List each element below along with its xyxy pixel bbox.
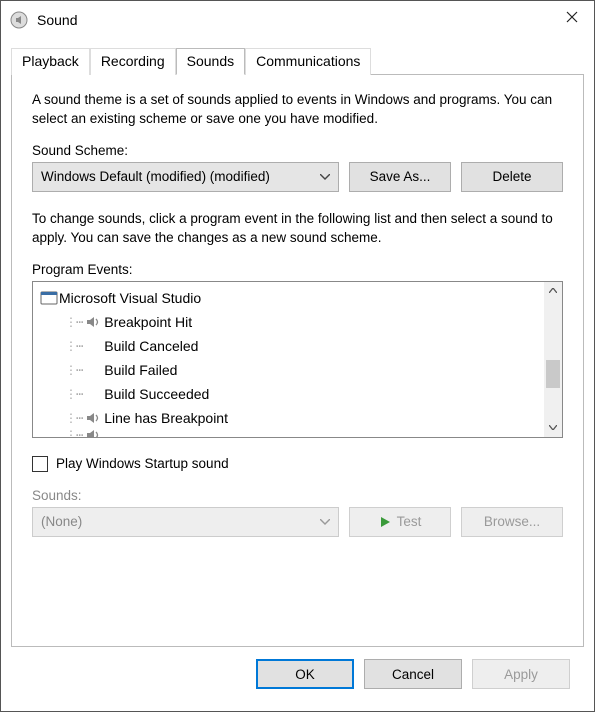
tree-app-node[interactable]: Microsoft Visual Studio [33, 286, 544, 310]
tree-event-node[interactable]: ⋮⋯Build Succeeded [33, 382, 544, 406]
sounds-panel: A sound theme is a set of sounds applied… [11, 74, 584, 647]
blank-icon [84, 339, 104, 353]
blank-icon [84, 387, 104, 401]
tree-event-node[interactable]: ⋮⋯Build Failed [33, 358, 544, 382]
tabstrip: Playback Recording Sounds Communications [11, 48, 584, 75]
scheme-dropdown[interactable]: Windows Default (modified) (modified) [32, 162, 339, 192]
event-label: Build Failed [104, 362, 177, 378]
app-icon [39, 291, 59, 305]
browse-button: Browse... [461, 507, 563, 537]
event-label: Microsoft Visual Studio [59, 290, 201, 306]
sound-app-icon [9, 10, 29, 30]
sound-dialog: Sound Playback Recording Sounds Communic… [0, 0, 595, 712]
titlebar: Sound [1, 1, 594, 39]
speaker-icon [84, 315, 104, 329]
event-label: Build Succeeded [104, 386, 209, 402]
cancel-button[interactable]: Cancel [364, 659, 462, 689]
tree-event-node[interactable]: ⋮⋯Line has Breakpoint [33, 406, 544, 430]
apply-button: Apply [472, 659, 570, 689]
window-title: Sound [37, 12, 77, 28]
ok-button[interactable]: OK [256, 659, 354, 689]
tab-sounds[interactable]: Sounds [176, 48, 245, 75]
program-events-list[interactable]: Microsoft Visual Studio⋮⋯Breakpoint Hit⋮… [32, 281, 563, 438]
test-button: Test [349, 507, 451, 537]
dialog-footer: OK Cancel Apply [11, 647, 584, 701]
scheme-value: Windows Default (modified) (modified) [41, 169, 320, 184]
blank-icon [84, 363, 104, 377]
scroll-down-icon[interactable] [544, 419, 562, 437]
play-icon [379, 516, 391, 528]
chevron-down-icon [320, 174, 330, 180]
scheme-label: Sound Scheme: [32, 143, 563, 158]
tree-event-node[interactable]: ⋮⋯ [33, 430, 544, 437]
save-as-button[interactable]: Save As... [349, 162, 451, 192]
theme-description: A sound theme is a set of sounds applied… [32, 91, 563, 129]
events-label: Program Events: [32, 262, 563, 277]
scroll-thumb[interactable] [546, 360, 560, 388]
event-label: Breakpoint Hit [104, 314, 192, 330]
event-label: Line has Breakpoint [104, 410, 228, 426]
sounds-value: (None) [41, 514, 320, 529]
events-scrollbar[interactable] [544, 282, 562, 437]
sounds-dropdown: (None) [32, 507, 339, 537]
speaker-icon [84, 430, 104, 437]
startup-sound-checkbox[interactable] [32, 456, 48, 472]
tree-event-node[interactable]: ⋮⋯Breakpoint Hit [33, 310, 544, 334]
delete-button[interactable]: Delete [461, 162, 563, 192]
close-button[interactable] [549, 1, 594, 33]
scroll-up-icon[interactable] [544, 282, 562, 300]
change-sounds-description: To change sounds, click a program event … [32, 210, 563, 248]
tab-communications[interactable]: Communications [245, 48, 371, 75]
tree-event-node[interactable]: ⋮⋯Build Canceled [33, 334, 544, 358]
chevron-down-icon [320, 519, 330, 525]
startup-sound-label: Play Windows Startup sound [56, 456, 229, 471]
event-label: Build Canceled [104, 338, 198, 354]
startup-sound-row: Play Windows Startup sound [32, 456, 563, 472]
sounds-label: Sounds: [32, 488, 563, 503]
tab-playback[interactable]: Playback [11, 48, 90, 75]
client-area: Playback Recording Sounds Communications… [1, 39, 594, 711]
tab-recording[interactable]: Recording [90, 48, 176, 75]
speaker-icon [84, 411, 104, 425]
